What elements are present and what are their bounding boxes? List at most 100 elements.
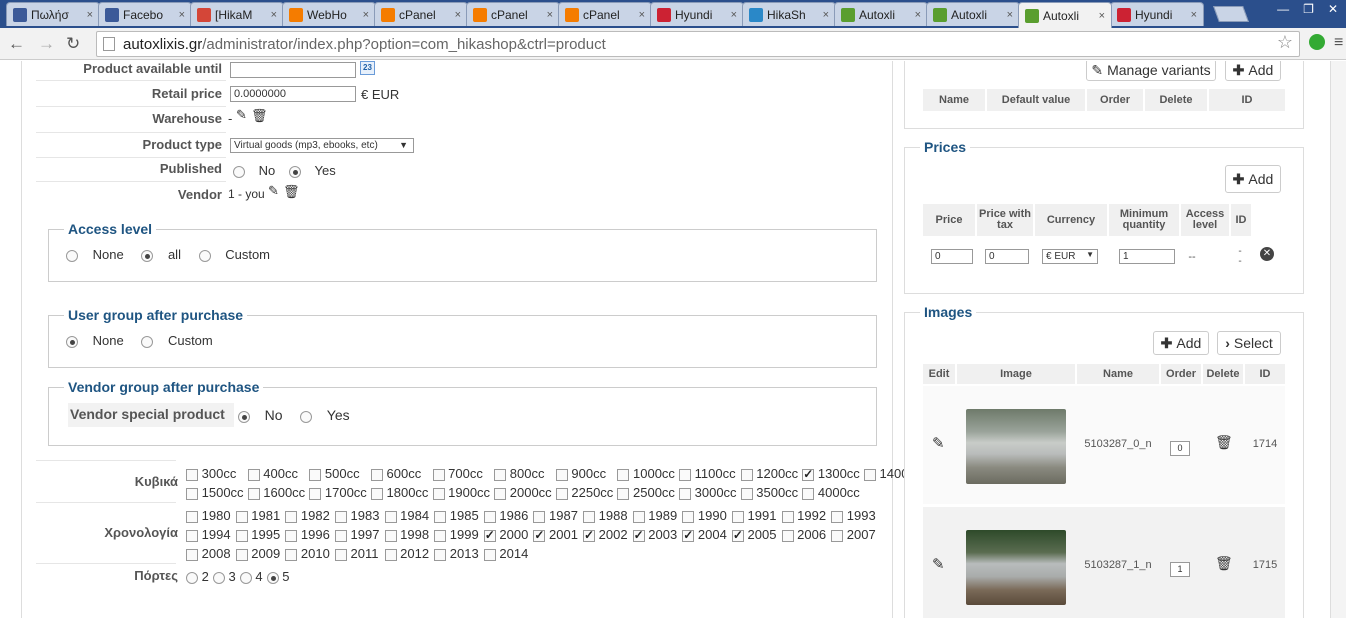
checkbox-option[interactable]: 1992 xyxy=(781,508,830,523)
delete-price-icon[interactable]: ✕ xyxy=(1260,247,1274,261)
checkbox[interactable] xyxy=(679,468,691,481)
checkbox-option[interactable]: 2004 xyxy=(682,527,730,542)
checkbox[interactable] xyxy=(334,510,347,523)
image-order-input[interactable]: 1 xyxy=(1170,562,1190,577)
checkbox-option[interactable]: 1998 xyxy=(384,527,433,542)
checkbox-option[interactable]: 1991 xyxy=(731,508,780,523)
checkbox-option[interactable]: 800cc xyxy=(494,466,554,481)
checkbox-option[interactable]: 1987 xyxy=(533,508,581,523)
checkbox-option[interactable]: 3500cc xyxy=(740,485,801,500)
price-input[interactable]: 0 xyxy=(931,249,973,264)
door-radio[interactable] xyxy=(212,571,225,584)
calendar-icon[interactable]: 23 xyxy=(360,61,375,75)
checkbox[interactable] xyxy=(483,548,496,561)
car-photo-thumbnail[interactable] xyxy=(966,409,1066,484)
door-radio[interactable] xyxy=(186,571,198,584)
close-icon[interactable]: × xyxy=(1007,9,1013,21)
checkbox-option[interactable]: 2003 xyxy=(632,527,681,542)
checkbox-option[interactable]: 3000cc xyxy=(679,485,739,500)
checkbox[interactable] xyxy=(682,528,695,542)
checkbox[interactable] xyxy=(186,468,198,481)
checkbox[interactable] xyxy=(533,510,546,523)
checkbox-option[interactable]: 2007 xyxy=(831,527,879,542)
vendor-special-no-radio[interactable] xyxy=(238,410,250,423)
checkbox-option[interactable]: 1994 xyxy=(186,527,234,542)
checkbox[interactable] xyxy=(334,548,347,561)
new-tab-button[interactable] xyxy=(1213,6,1249,22)
checkbox[interactable] xyxy=(632,510,645,523)
reload-icon[interactable]: ↻ xyxy=(66,34,80,54)
checkbox[interactable] xyxy=(235,548,248,561)
trash-icon[interactable]: 🗑 xyxy=(251,108,268,124)
menu-icon[interactable]: ≡ xyxy=(1334,34,1343,52)
close-icon[interactable]: × xyxy=(823,9,829,21)
door-radio[interactable] xyxy=(266,571,279,584)
checkbox[interactable] xyxy=(235,510,248,523)
checkbox-option[interactable]: 2000 xyxy=(483,527,532,542)
checkbox-option[interactable]: 1997 xyxy=(334,527,383,542)
browser-tab[interactable]: WebHo × xyxy=(282,2,376,26)
checkbox-option[interactable]: 1500cc xyxy=(186,485,246,500)
checkbox[interactable] xyxy=(186,487,198,500)
checkbox[interactable] xyxy=(432,468,445,481)
checkbox[interactable] xyxy=(740,468,753,481)
available-until-input[interactable] xyxy=(230,62,356,78)
usergroup-none-radio[interactable] xyxy=(66,335,78,348)
checkbox[interactable] xyxy=(370,487,383,500)
prices-add-button[interactable]: ✚ Add xyxy=(1225,165,1281,193)
browser-tab[interactable]: Hyundi × xyxy=(650,2,744,26)
checkbox[interactable] xyxy=(494,487,507,500)
currency-select[interactable]: € EUR ▼ xyxy=(1042,249,1098,264)
min-qty-input[interactable]: 1 xyxy=(1119,249,1175,264)
checkbox-option[interactable]: 1800cc xyxy=(370,485,431,500)
door-option[interactable]: 5 xyxy=(266,569,292,584)
checkbox[interactable] xyxy=(802,487,815,500)
browser-tab[interactable]: Πωλήσ × xyxy=(6,2,100,26)
checkbox-option[interactable]: 1988 xyxy=(583,508,631,523)
browser-tab[interactable]: Facebo × xyxy=(98,2,192,26)
extension-icon[interactable] xyxy=(1309,34,1325,50)
checkbox[interactable] xyxy=(483,528,496,542)
checkbox[interactable] xyxy=(384,510,397,523)
checkbox-option[interactable]: 2013 xyxy=(434,546,482,561)
close-icon[interactable]: × xyxy=(639,9,645,21)
images-add-button[interactable]: ✚ Add xyxy=(1153,331,1209,355)
forward-icon[interactable]: → xyxy=(38,34,55,54)
close-icon[interactable]: × xyxy=(1191,9,1197,21)
checkbox[interactable] xyxy=(682,510,695,523)
browser-tab[interactable]: Autoxli × xyxy=(834,2,928,26)
checkbox[interactable] xyxy=(583,528,595,542)
door-option[interactable]: 3 xyxy=(212,569,238,584)
edit-pencil-icon[interactable]: ✎ xyxy=(932,555,945,573)
door-option[interactable]: 4 xyxy=(239,569,265,584)
browser-tab[interactable]: HikaSh × xyxy=(742,2,836,26)
vendor-special-yes-radio[interactable] xyxy=(300,410,313,423)
images-select-button[interactable]: › Select xyxy=(1217,331,1281,355)
checkbox[interactable] xyxy=(285,529,298,542)
checkbox[interactable] xyxy=(186,529,198,542)
checkbox[interactable] xyxy=(309,487,322,500)
edit-pencil-icon[interactable]: ✎ xyxy=(236,107,247,123)
checkbox-option[interactable]: 2500cc xyxy=(617,485,677,500)
checkbox-option[interactable]: 1996 xyxy=(285,527,333,542)
close-icon[interactable]: × xyxy=(731,9,737,21)
browser-tab[interactable]: [HikaM × xyxy=(190,2,284,26)
checkbox-option[interactable]: 1995 xyxy=(235,527,284,542)
checkbox[interactable] xyxy=(617,487,630,500)
checkbox[interactable] xyxy=(432,487,445,500)
checkbox-option[interactable]: 1982 xyxy=(285,508,333,523)
checkbox-option[interactable]: 1986 xyxy=(483,508,532,523)
product-type-select[interactable]: Virtual goods (mp3, ebooks, etc) ▼ xyxy=(230,138,414,153)
checkbox[interactable] xyxy=(247,468,260,481)
address-bar[interactable]: autoxlixis.gr/administrator/index.php?op… xyxy=(96,31,1300,57)
checkbox-option[interactable]: 2009 xyxy=(235,546,284,561)
close-icon[interactable]: × xyxy=(915,9,921,21)
checkbox[interactable] xyxy=(781,510,794,523)
checkbox[interactable] xyxy=(384,548,397,561)
checkbox-option[interactable]: 1700cc xyxy=(309,485,369,500)
checkbox[interactable] xyxy=(583,510,595,523)
checkbox[interactable] xyxy=(731,528,744,542)
checkbox[interactable] xyxy=(632,528,645,542)
variants-add-button[interactable]: ✚ Add xyxy=(1225,61,1281,81)
checkbox[interactable] xyxy=(370,468,383,481)
